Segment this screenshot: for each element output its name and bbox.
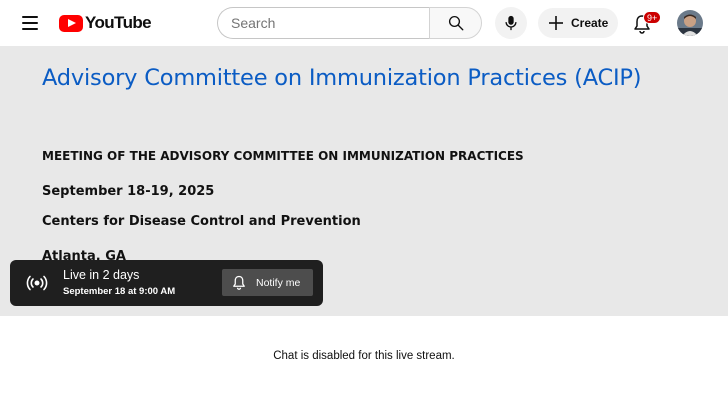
video-player[interactable]: Advisory Committee on Immunization Pract…: [0, 46, 728, 316]
search-input[interactable]: [217, 7, 429, 39]
slide-date-line: September 18-19, 2025: [42, 184, 215, 199]
notify-me-button[interactable]: Notify me: [222, 269, 313, 296]
bell-icon: [233, 275, 245, 290]
search-bar: [217, 7, 482, 39]
youtube-logo[interactable]: YouTube: [59, 12, 152, 34]
search-icon: [448, 15, 463, 31]
chat-disabled-notice: Chat is disabled for this live stream.: [273, 350, 455, 362]
upcoming-live-card: Live in 2 days September 18 at 9:00 AM N…: [10, 260, 323, 306]
youtube-logo-icon: [59, 14, 83, 32]
avatar-image: [677, 10, 703, 36]
menu-icon[interactable]: [17, 10, 43, 36]
voice-search-button[interactable]: [495, 7, 527, 39]
slide-org-line: Centers for Disease Control and Preventi…: [42, 214, 361, 229]
search-button[interactable]: [429, 7, 482, 39]
live-broadcast-icon: [26, 275, 48, 291]
avatar[interactable]: [677, 10, 703, 36]
slide-meeting-line: MEETING OF THE ADVISORY COMMITTEE ON IMM…: [42, 149, 524, 163]
create-button[interactable]: Create: [538, 8, 618, 38]
plus-icon: [549, 16, 563, 30]
notification-badge: 9+: [643, 11, 662, 24]
live-status-title: Live in 2 days: [63, 268, 140, 282]
logo-text: YouTube: [85, 13, 152, 32]
mic-icon: [505, 15, 517, 31]
create-label: Create: [571, 16, 609, 30]
notify-me-label: Notify me: [256, 276, 301, 289]
slide-title: Advisory Committee on Immunization Pract…: [42, 65, 642, 91]
live-schedule-time: September 18 at 9:00 AM: [63, 286, 176, 297]
top-bar: YouTube Create 9+: [0, 0, 728, 46]
